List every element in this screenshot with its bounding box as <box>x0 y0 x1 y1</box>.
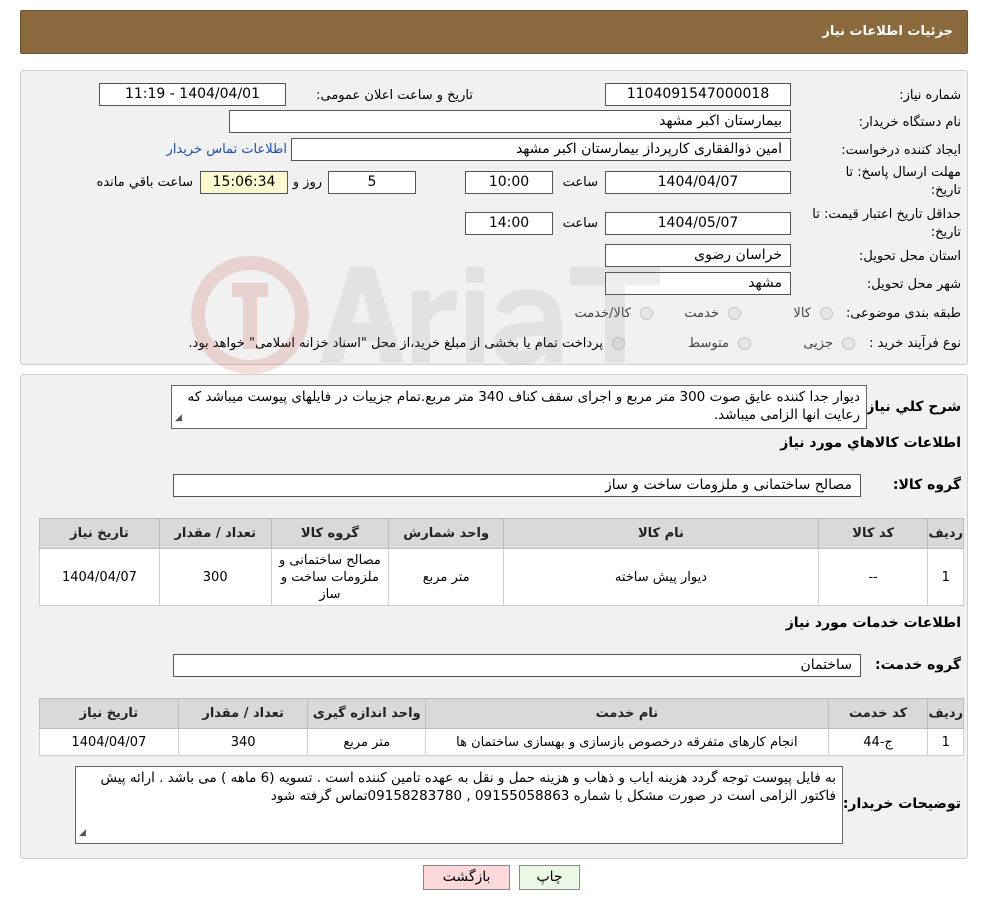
deadline-label: مهلت ارسال پاسخ: تا <box>845 165 961 180</box>
creator-label: ایجاد کننده درخواست: <box>841 143 961 158</box>
buyer-field: بیمارستان اکبر مشهد <box>229 110 791 133</box>
services-cell-qty: 340 <box>177 728 309 756</box>
buyer-contact-link[interactable]: اطلاعات تماس خریدار <box>167 142 287 157</box>
services-cell-code: ج-44 <box>827 728 929 756</box>
description-text: دیوار جدا کننده عایق صوت 300 متر مربع و … <box>187 389 860 423</box>
services-group-field: ساختمان <box>173 654 861 677</box>
goods-cell-group: مصالح ساختمانی و ملزومات ساخت و ساز <box>270 548 390 606</box>
buyer-notes-text: به فایل پیوست توجه گردد هزینه ایاب و ذها… <box>100 770 836 804</box>
validity-time-label: ساعت <box>562 216 598 231</box>
services-col-qty: تعداد / مقدار <box>177 698 309 729</box>
category-radio-service[interactable] <box>728 307 741 320</box>
services-group-label: گروه خدمت: <box>875 657 961 673</box>
category-radio-goods[interactable] <box>820 307 833 320</box>
services-table: ردیف کد خدمت نام خدمت واحد اندازه گیری ت… <box>39 698 964 756</box>
province-label: استان محل تحویل: <box>859 249 961 264</box>
process-radio-minor[interactable] <box>842 337 855 350</box>
process-label: نوع فرآیند خرید : <box>869 336 961 351</box>
deadline-label-2: تاریخ: <box>930 183 961 198</box>
print-button[interactable]: چاپ <box>519 865 580 890</box>
creator-field: امین ذوالفقاری کارپرداز بیمارستان اکبر م… <box>291 138 791 161</box>
services-col-code: کد خدمت <box>827 698 929 729</box>
description-textarea[interactable]: دیوار جدا کننده عایق صوت 300 متر مربع و … <box>171 385 867 429</box>
page-header: جزئیات اطلاعات نیاز <box>20 10 968 54</box>
remaining-time-field: 15:06:34 <box>200 171 288 194</box>
goods-col-qty: تعداد / مقدار <box>158 518 272 549</box>
services-col-row: ردیف <box>927 698 964 729</box>
announce-label: تاریخ و ساعت اعلان عمومی: <box>316 88 473 103</box>
goods-cell-date: 1404/04/07 <box>39 548 160 606</box>
goods-section-title: اطلاعات کالاهاي مورد نياز <box>780 435 961 451</box>
deadline-time-label: ساعت <box>562 175 598 190</box>
validity-label: حداقل تاریخ اعتبار قیمت: تا <box>812 207 961 222</box>
back-button[interactable]: بازگشت <box>423 865 510 890</box>
services-cell-name: انجام کارهای متفرقه درخصوص بازسازی و بهس… <box>425 728 829 756</box>
need-number-field: 1104091547000018 <box>605 83 791 106</box>
services-table-header: ردیف کد خدمت نام خدمت واحد اندازه گیری ت… <box>39 698 964 729</box>
buyer-notes-label: توضیحات خریدار: <box>842 796 961 812</box>
page-title: جزئیات اطلاعات نیاز <box>822 24 953 39</box>
services-cell-date: 1404/04/07 <box>39 728 179 756</box>
category-radio-goods-service[interactable] <box>640 307 653 320</box>
services-cell-unit: متر مربع <box>307 728 427 756</box>
need-details-panel: شرح کلي نياز: دیوار جدا کننده عایق صوت 3… <box>20 374 968 859</box>
goods-col-group: گروه کالا <box>270 518 390 549</box>
goods-table-header: ردیف کد کالا نام کالا واحد شمارش گروه کا… <box>39 518 964 549</box>
services-col-unit: واحد اندازه گیری <box>307 698 427 729</box>
goods-cell-name: دیوار پیش ساخته <box>503 548 819 606</box>
goods-col-code: کد کالا <box>817 518 929 549</box>
goods-cell-qty: 300 <box>158 548 272 606</box>
goods-cell-code: -- <box>817 548 929 606</box>
city-field: مشهد <box>605 272 791 295</box>
validity-time-field: 14:00 <box>465 212 553 235</box>
resize-handle-icon[interactable]: ◢ <box>79 824 86 842</box>
category-label: طبقه بندی موضوعی: <box>845 306 961 321</box>
table-row[interactable]: 1 ج-44 انجام کارهای متفرقه درخصوص بازساز… <box>39 728 964 756</box>
goods-col-name: نام کالا <box>503 518 819 549</box>
days-field: 5 <box>328 171 416 194</box>
category-option-service: خدمت <box>684 306 719 321</box>
goods-col-row: ردیف <box>927 518 964 549</box>
services-col-date: تاریخ نیاز <box>39 698 179 729</box>
province-field: خراسان رضوی <box>605 244 791 267</box>
category-option-goods-service: کالا/خدمت <box>574 306 631 321</box>
description-label: شرح کلي نياز: <box>860 399 961 415</box>
goods-col-date: تاریخ نیاز <box>39 518 160 549</box>
days-label: روز و <box>292 175 322 190</box>
validity-date-field: 1404/05/07 <box>605 212 791 235</box>
table-row[interactable]: 1 -- دیوار پیش ساخته متر مربع مصالح ساخت… <box>39 548 964 606</box>
goods-table: ردیف کد کالا نام کالا واحد شمارش گروه کا… <box>39 518 964 606</box>
goods-group-field: مصالح ساختمانی و ملزومات ساخت و ساز <box>173 474 861 497</box>
city-label: شهر محل تحویل: <box>866 277 961 292</box>
process-option-medium: متوسط <box>688 336 729 351</box>
need-info-panel: شماره نیاز: 1104091547000018 تاریخ و ساع… <box>20 70 968 365</box>
need-number-label: شماره نیاز: <box>899 88 961 103</box>
process-radio-medium[interactable] <box>738 337 751 350</box>
announce-field: 1404/04/01 - 11:19 <box>99 83 286 106</box>
buyer-notes-textarea[interactable]: به فایل پیوست توجه گردد هزینه ایاب و ذها… <box>75 766 843 844</box>
category-option-goods: کالا <box>793 306 811 321</box>
services-col-name: نام خدمت <box>425 698 829 729</box>
remaining-label: ساعت باقي مانده <box>96 175 193 190</box>
process-note: پرداخت تمام یا بخشی از مبلغ خرید،از محل … <box>188 336 603 351</box>
services-section-title: اطلاعات خدمات مورد نياز <box>785 615 961 631</box>
goods-cell-unit: متر مربع <box>388 548 505 606</box>
goods-cell-row: 1 <box>927 548 964 606</box>
services-cell-row: 1 <box>927 728 964 756</box>
resize-handle-icon[interactable]: ◢ <box>175 409 182 427</box>
deadline-date-field: 1404/04/07 <box>605 171 791 194</box>
buyer-label: نام دستگاه خریدار: <box>858 115 961 130</box>
process-option-minor: جزیی <box>803 336 833 351</box>
validity-label-2: تاریخ: <box>930 225 961 240</box>
treasury-checkbox[interactable] <box>612 337 625 350</box>
deadline-time-field: 10:00 <box>465 171 553 194</box>
goods-col-unit: واحد شمارش <box>388 518 505 549</box>
goods-group-label: گروه کالا: <box>892 477 961 493</box>
